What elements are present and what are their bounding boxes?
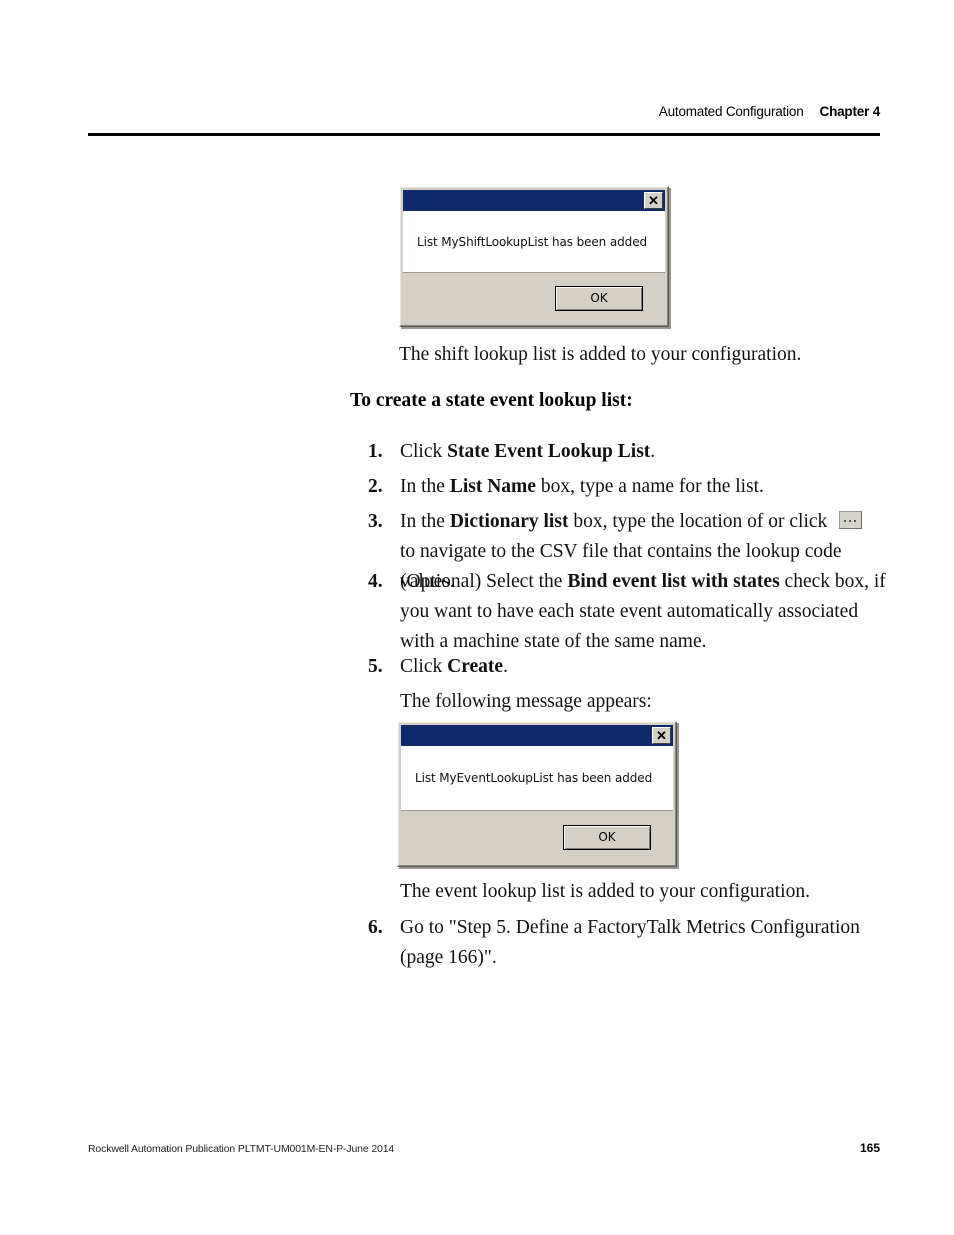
- section-heading: To create a state event lookup list:: [350, 390, 633, 411]
- list-item-body: Click Create.: [400, 652, 888, 682]
- dialog-message-text: List MyShiftLookupList has been added: [417, 234, 647, 249]
- list-item: 5. Click Create.: [368, 652, 888, 682]
- dialog-button-area: OK: [401, 811, 673, 863]
- dialog-inner-frame: ✕ List MyShiftLookupList has been added …: [400, 187, 668, 326]
- step3-pre: In the: [400, 511, 450, 532]
- paragraph-following-message: The following message appears:: [400, 691, 652, 712]
- list-item-number: 5.: [368, 656, 383, 677]
- dialog-message-area: List MyShiftLookupList has been added: [403, 211, 665, 273]
- shift-lookup-added-dialog: ✕ List MyShiftLookupList has been added …: [399, 186, 669, 327]
- step4-bold: Bind event list with states: [567, 571, 780, 592]
- step1-pre: Click: [400, 441, 448, 462]
- close-icon[interactable]: ✕: [644, 192, 663, 209]
- step4-pre: (Optional) Select the: [400, 571, 568, 592]
- list-item: 6. Go to "Step 5. Define a FactoryTalk M…: [368, 913, 888, 973]
- step1-bold: State Event Lookup List: [447, 441, 651, 462]
- close-icon[interactable]: ✕: [652, 727, 671, 744]
- dialog-message-text: List MyEventLookupList has been added: [415, 771, 653, 785]
- list-item-number: 2.: [368, 476, 383, 497]
- list-item-number: 6.: [368, 917, 383, 938]
- step5-post: .: [503, 656, 508, 677]
- ellipsis-browse-icon: [839, 511, 863, 529]
- paragraph-after-shift-dialog: The shift lookup list is added to your c…: [399, 344, 802, 365]
- header-rule: [88, 133, 880, 136]
- dialog-inner-frame: ✕ List MyEventLookupList has been added …: [398, 722, 676, 866]
- list-item-body: Click State Event Lookup List.: [400, 437, 888, 467]
- list-item: 2. In the List Name box, type a name for…: [368, 472, 888, 502]
- list-item-number: 4.: [368, 571, 383, 592]
- header-chapter-title: Automated Configuration: [658, 104, 804, 119]
- step3-mid: box, type the location of or click: [568, 511, 833, 532]
- header-chapter-number: Chapter 4: [819, 104, 881, 119]
- step2-bold: List Name: [449, 476, 536, 497]
- dialog-titlebar: ✕: [403, 190, 665, 211]
- footer-publication-text: Rockwell Automation Publication PLTMT-UM…: [88, 1143, 395, 1155]
- event-lookup-added-dialog: ✕ List MyEventLookupList has been added …: [397, 721, 677, 867]
- list-item-number: 1.: [368, 441, 383, 462]
- list-item-number: 3.: [368, 511, 383, 532]
- paragraph-after-event-dialog: The event lookup list is added to your c…: [400, 881, 810, 902]
- list-item-body: Go to "Step 5. Define a FactoryTalk Metr…: [400, 913, 888, 973]
- dialog-message-area: List MyEventLookupList has been added: [401, 746, 673, 811]
- page-footer: Rockwell Automation Publication PLTMT-UM…: [88, 1141, 880, 1155]
- dialog-titlebar: ✕: [401, 725, 673, 746]
- footer-page-number: 165: [859, 1141, 880, 1155]
- page-running-header: Automated Configuration Chapter 4: [88, 104, 880, 119]
- list-item: 1. Click State Event Lookup List.: [368, 437, 888, 467]
- close-icon-glyph: ✕: [648, 192, 659, 208]
- step3-bold: Dictionary list: [449, 511, 569, 532]
- dialog-button-area: OK: [403, 273, 665, 323]
- step5-pre: Click: [400, 656, 448, 677]
- step5-bold: Create: [447, 656, 504, 677]
- ok-button[interactable]: OK: [555, 285, 643, 311]
- step1-post: .: [650, 441, 656, 462]
- step2-post: box, type a name for the list.: [535, 476, 764, 497]
- list-item-body: (Optional) Select the Bind event list wi…: [400, 567, 888, 657]
- list-item: 4. (Optional) Select the Bind event list…: [368, 567, 888, 657]
- step2-pre: In the: [400, 476, 450, 497]
- close-icon-glyph: ✕: [656, 727, 667, 743]
- list-item-body: In the List Name box, type a name for th…: [400, 472, 888, 502]
- ok-button[interactable]: OK: [563, 824, 651, 850]
- step6-text: Go to "Step 5. Define a FactoryTalk Metr…: [400, 917, 860, 968]
